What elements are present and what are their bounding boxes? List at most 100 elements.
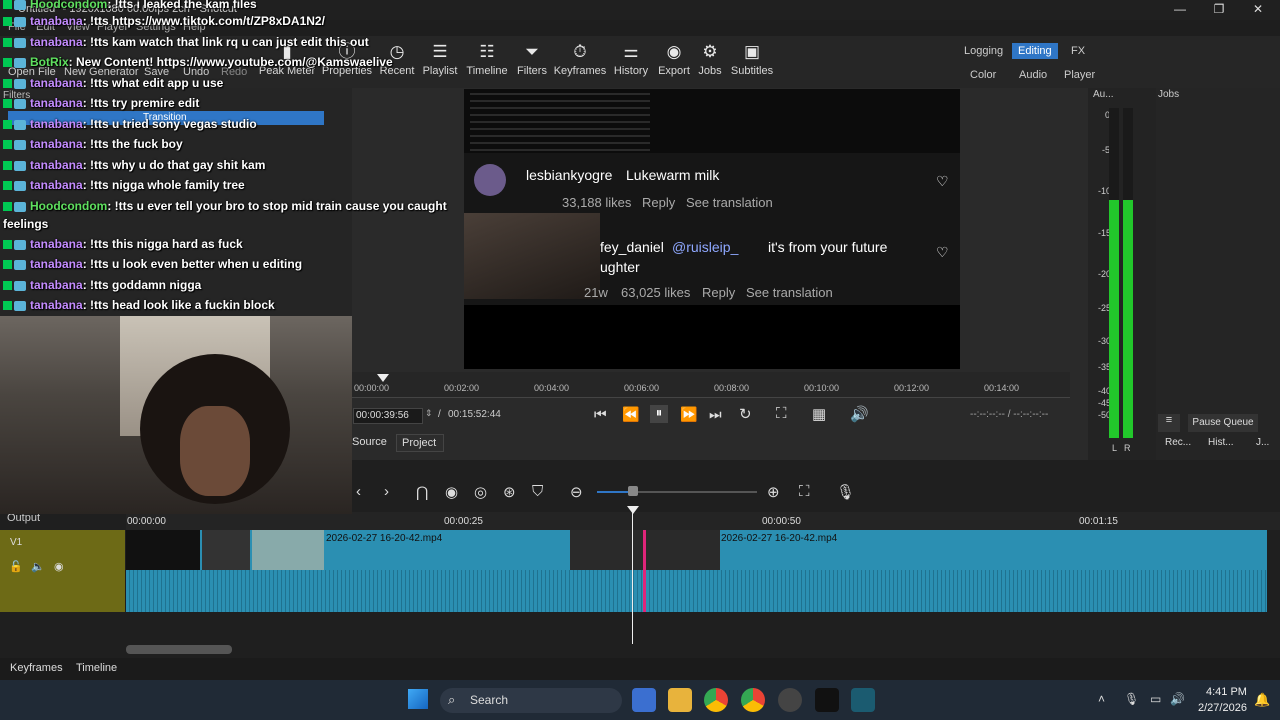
chevron-left-icon[interactable]: ‹ [356,483,361,500]
zoom-out-icon[interactable]: ⊖ [570,483,583,501]
speaker-icon[interactable]: 🔊 [1170,692,1185,706]
volume-icon[interactable]: 🔊 [850,405,869,423]
jobs-more-button[interactable]: J... [1256,437,1269,448]
zoom-slider[interactable] [597,491,757,493]
tab-project[interactable]: Project [402,437,436,449]
mod-badge-icon [3,301,12,311]
tab-source[interactable]: Source [352,436,387,448]
mute-icon[interactable]: 🔈 [31,560,45,573]
rewind-icon[interactable]: ⏪ [622,406,639,423]
lock-icon[interactable]: 🔓 [9,560,23,573]
close-button[interactable]: ✕ [1243,2,1273,18]
chat-message: Hoodcondom: !tts u ever tell your bro to… [3,199,447,213]
chevron-right-icon[interactable]: › [384,483,389,500]
comment1-user: lesbiankyogre [526,167,613,183]
comment1-reply: Reply [642,195,676,210]
timeline-playhead[interactable] [632,512,633,644]
record-audio-icon[interactable]: 🎙 [836,483,855,501]
clock-time[interactable]: 4:41 PM [1206,686,1247,698]
obs-icon[interactable] [778,688,802,712]
jobs-history-button[interactable]: Hist... [1208,437,1234,448]
ripple-all-icon[interactable]: ⊛ [503,483,516,501]
mod-badge-icon [3,260,12,270]
heart-icon[interactable]: ♡ [936,244,949,261]
clip-thumbnail [126,530,200,570]
chat-username: tanabana [30,237,83,251]
chat-username: Hoodcondom [30,199,108,213]
pause-queue-button[interactable]: Pause Queue [1188,414,1258,432]
layout-logging[interactable]: Logging [958,43,1009,59]
clock-date[interactable]: 2/27/2026 [1198,702,1247,714]
chat-username: tanabana [30,178,83,192]
comment2-age: 21w [584,285,608,300]
ripple-icon[interactable]: ◎ [474,483,487,501]
taskbar-search[interactable] [440,688,622,713]
menu-icon[interactable]: ≡ [1158,414,1180,432]
sub-badge-icon [14,98,26,109]
zoom-fit-icon[interactable]: ⛶ [776,405,787,422]
windows-start-icon[interactable] [408,689,428,709]
network-icon[interactable]: ▭ [1150,692,1161,706]
store-icon[interactable] [632,688,656,712]
chat-message: tanabana: !tts head look like a fuckin b… [3,298,275,312]
search-label: Search [470,693,509,707]
horizontal-scrollbar[interactable] [126,645,232,654]
file-explorer-icon[interactable] [668,688,692,712]
chat-username: BotRix [30,55,69,69]
fast-forward-icon[interactable]: ⏩ [680,406,697,423]
position-stepper[interactable]: ⇕ [425,408,433,419]
chat-username: tanabana [30,278,83,292]
layout-color[interactable]: Color [964,67,1002,83]
zoom-in-icon[interactable]: ⊕ [767,483,780,501]
chat-username: tanabana [30,117,83,131]
snap-icon[interactable]: ⋂ [416,483,428,501]
mod-badge-icon [3,99,12,109]
zoom-slider-handle[interactable] [628,486,638,496]
tab-keyframes[interactable]: Keyframes [10,662,63,674]
grid-icon[interactable]: ▦ [812,405,826,423]
loop-icon[interactable]: ↻ [739,405,752,423]
notification-bell-icon[interactable]: 🔔 [1254,692,1270,708]
layout-player[interactable]: Player [1058,67,1101,83]
pause-icon[interactable]: ⏸ [650,405,668,423]
chrome-icon[interactable] [704,688,728,712]
shotcut-icon[interactable] [851,688,875,712]
commenter-avatar [474,164,506,196]
subtitles-button[interactable]: ▣ Subtitles [722,40,782,77]
chat-text: : !tts this nigga hard as fuck [82,237,243,251]
chat-message: tanabana: !tts try premire edit [3,96,199,110]
chat-text: feelings [3,217,49,231]
chat-message: tanabana: !tts the fuck boy [3,137,183,151]
chat-message: feelings [3,217,48,231]
sub-badge-icon [14,37,26,48]
sub-badge-icon [14,57,26,68]
jobs-rec-button[interactable]: Rec... [1165,437,1191,448]
chat-message: tanabana: !tts https://www.tiktok.com/t/… [3,14,325,28]
timeline-playhead-handle[interactable] [627,506,639,514]
microphone-icon[interactable]: 🎙 [1124,692,1139,706]
mod-badge-icon [3,161,12,171]
chat-message: tanabana: !tts what edit app u use [3,76,223,90]
position-field[interactable]: 00:00:39:56 [353,408,423,424]
chat-username: tanabana [30,96,83,110]
scrub-icon[interactable]: ◉ [445,483,458,501]
maximize-button[interactable]: ❐ [1204,2,1234,18]
heart-icon[interactable]: ♡ [936,173,949,190]
layout-fx[interactable]: FX [1065,43,1091,59]
chrome-profile-icon[interactable] [741,688,765,712]
minimize-button[interactable]: — [1165,2,1195,18]
webcam-thumbnail [464,213,600,299]
skip-next-icon[interactable]: ⏭ [709,406,722,423]
skip-previous-icon[interactable]: ⏮ [594,406,607,423]
eye-icon[interactable]: ◉ [54,560,64,573]
tab-timeline[interactable]: Timeline [76,662,117,674]
timeline-ruler-label: 00:00:25 [444,516,483,527]
tiktok-icon[interactable] [815,688,839,712]
tray-chevron-icon[interactable]: ˄ [1098,692,1105,706]
mod-badge-icon [3,202,12,212]
zoom-fit-timeline-icon[interactable]: ⛶ [799,483,810,500]
player-playhead[interactable] [377,374,389,382]
layout-audio[interactable]: Audio [1013,67,1053,83]
markers-icon[interactable]: ⛉ [532,483,543,500]
layout-editing[interactable]: Editing [1012,43,1058,59]
